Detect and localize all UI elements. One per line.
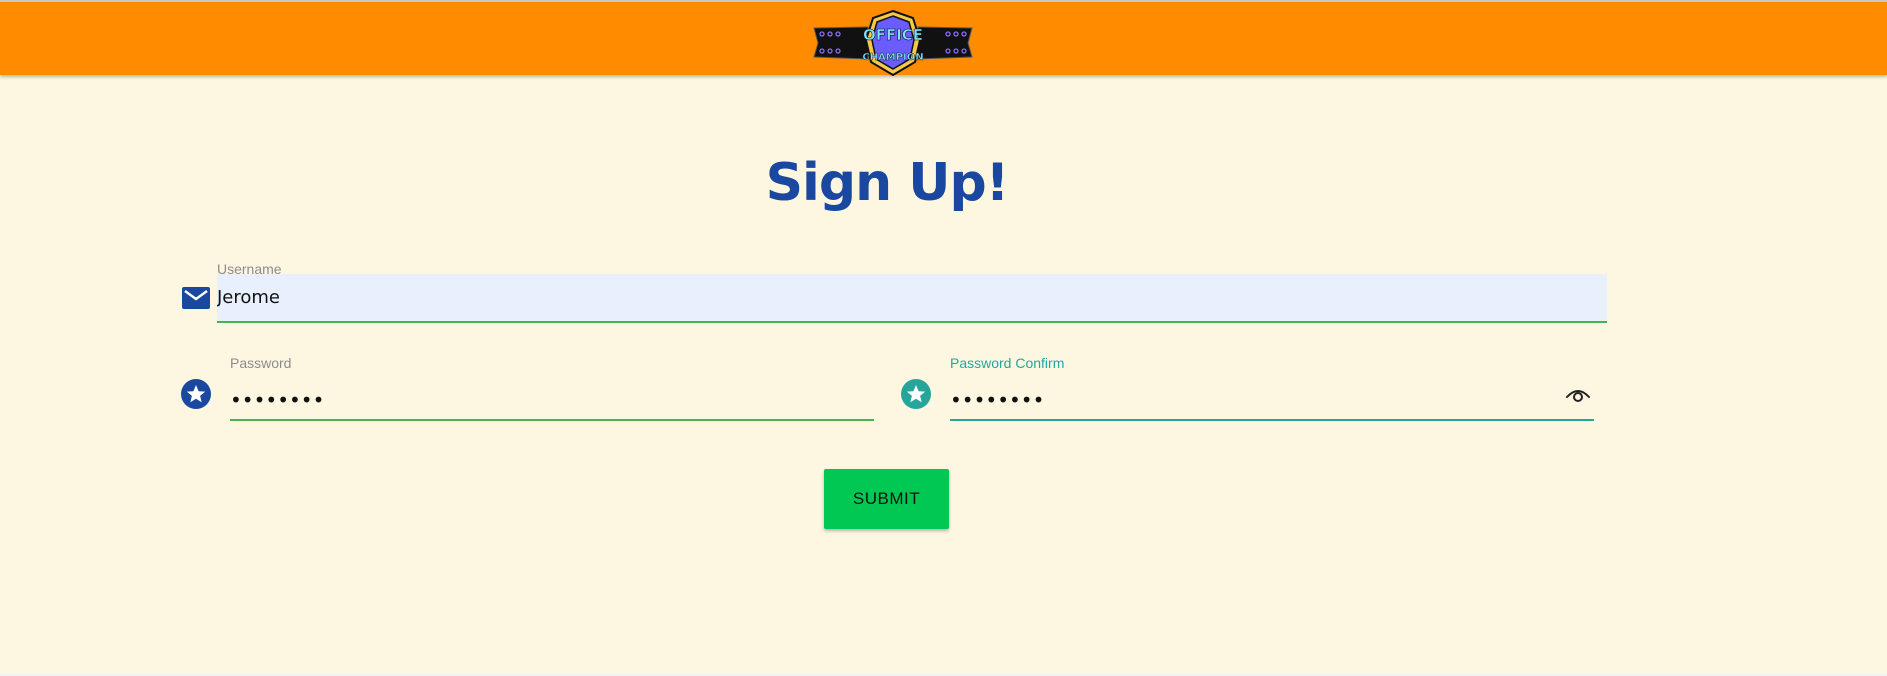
eye-icon[interactable] [1565,384,1591,404]
password-confirm-input[interactable] [950,385,1530,415]
password-label: Password [230,355,292,371]
password-input[interactable] [230,385,810,415]
star-icon [901,379,931,413]
password-confirm-field[interactable] [950,377,1594,421]
submit-button[interactable]: SUBMIT [824,469,949,529]
envelope-icon [181,286,211,314]
logo-bottom-text: CHAMPION [862,52,923,63]
password-confirm-label: Password Confirm [950,355,1065,371]
star-icon [181,379,211,413]
username-input[interactable] [217,274,1607,321]
page-title: Sign Up! [765,152,1010,213]
logo-top-text: OFFICE [863,26,923,44]
app-header: OFFICE CHAMPION [0,2,1887,76]
championship-belt-logo[interactable]: OFFICE CHAMPION [812,10,974,76]
username-field[interactable] [217,274,1607,323]
belt-logo-graphic: OFFICE CHAMPION [813,10,973,76]
password-field[interactable] [230,377,874,421]
